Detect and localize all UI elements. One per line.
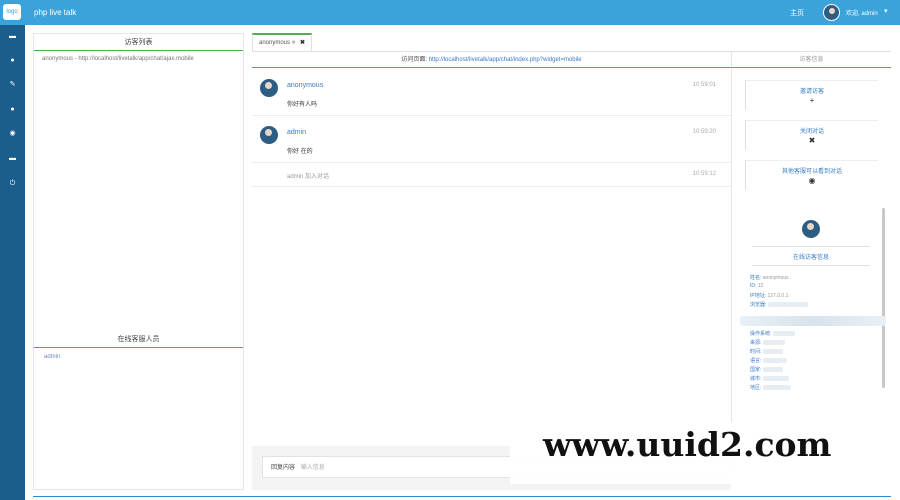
visitor-field: 浏览器: bbox=[750, 301, 874, 308]
user-menu-label[interactable]: 欢迎, admin bbox=[846, 8, 878, 17]
tab-badge-icon: ■ bbox=[291, 40, 296, 46]
redacted-band bbox=[740, 316, 886, 326]
redacted-value bbox=[762, 349, 783, 355]
avatar bbox=[260, 79, 278, 97]
visitor-info-panel: 邀请访客 + 关闭对话 ✖ 其他客服可以看到对话 ◉ 在线访客信息 姓名: an… bbox=[731, 68, 891, 423]
sidebar-power-icon[interactable]: ⏻ bbox=[0, 174, 25, 194]
visitor-field: 城市: bbox=[750, 375, 874, 382]
avatar bbox=[802, 220, 820, 238]
message-time: 10:59:20 bbox=[692, 129, 716, 135]
sidebar-wrench-icon[interactable]: ✎ bbox=[0, 75, 25, 95]
chevron-down-icon[interactable]: ▾ bbox=[884, 7, 888, 15]
field-value: anonymous bbox=[762, 275, 789, 281]
sidebar-eye-icon[interactable]: ◉ bbox=[0, 124, 25, 144]
sidebar-chat-icon[interactable]: ▬ bbox=[0, 27, 25, 47]
close-chat-button[interactable]: 关闭对话 ✖ bbox=[745, 120, 878, 150]
field-label: 国家: bbox=[750, 367, 762, 373]
redacted-value bbox=[762, 376, 789, 382]
chat-message: admin 10:59:20 你好 在的 bbox=[252, 117, 731, 163]
visitor-field: IP地址: 127.0.0.1 bbox=[750, 292, 874, 299]
close-icon: ✖ bbox=[808, 136, 816, 145]
field-label: 地区: bbox=[750, 385, 762, 391]
visitor-list-item[interactable]: anonymous - http://localhost/livetalk/ap… bbox=[34, 51, 243, 67]
visited-page-label: 访问页面: bbox=[401, 57, 428, 63]
eye-icon: ◉ bbox=[808, 176, 816, 185]
tab-anonymous[interactable]: anonymous ■ ✖ bbox=[252, 33, 313, 51]
message-text: 你好 在的 bbox=[287, 149, 313, 155]
visitor-info-title: 访客信息 bbox=[731, 52, 891, 68]
redacted-value bbox=[762, 340, 785, 346]
action-label: 关闭对话 bbox=[799, 129, 824, 135]
redacted-value bbox=[762, 358, 787, 364]
app-logo[interactable]: logo bbox=[3, 4, 21, 20]
field-label: 姓名: bbox=[750, 275, 762, 281]
reply-label: 回复内容 bbox=[271, 465, 296, 471]
visitor-field: 操作系统: bbox=[750, 330, 874, 337]
action-label: 邀请访客 bbox=[799, 89, 824, 95]
chat-message: anonymous 10:59:01 你好有人吗 bbox=[252, 70, 731, 116]
system-message: admin 加入对话 10:59:12 bbox=[252, 163, 731, 187]
watermark-text: www.uuid2.com bbox=[543, 425, 832, 464]
message-author[interactable]: admin bbox=[287, 129, 306, 136]
plus-icon: + bbox=[809, 96, 815, 105]
field-label: 时间: bbox=[750, 349, 762, 355]
visitor-field: 国家: bbox=[750, 366, 874, 373]
field-value: 12 bbox=[757, 283, 764, 289]
sidebar-info-icon[interactable]: ● bbox=[0, 100, 25, 120]
field-label: 操作系统: bbox=[750, 331, 772, 337]
field-label: 城市: bbox=[750, 376, 762, 382]
field-label: 语言: bbox=[750, 358, 762, 364]
user-avatar[interactable] bbox=[823, 4, 840, 21]
visitor-field: ID: 12 bbox=[750, 283, 874, 289]
field-value: 127.0.0.1 bbox=[767, 293, 789, 299]
field-label: 浏览器: bbox=[750, 302, 767, 308]
field-label: ID: bbox=[750, 283, 757, 289]
field-label: 来源: bbox=[750, 340, 762, 346]
divider bbox=[752, 265, 870, 266]
divider bbox=[752, 246, 870, 247]
redacted-value bbox=[772, 331, 795, 337]
message-text: 你好有人吗 bbox=[287, 102, 318, 108]
bottom-border bbox=[33, 496, 891, 497]
home-link[interactable]: 主页 bbox=[790, 8, 804, 18]
tab-close-icon[interactable]: ✖ bbox=[300, 40, 305, 46]
system-message-time: 10:59:12 bbox=[692, 171, 716, 177]
action-label: 其他客服可以看到对话 bbox=[781, 169, 842, 175]
message-author[interactable]: anonymous bbox=[287, 82, 323, 89]
visitor-field: 时间: bbox=[750, 348, 874, 355]
app-title[interactable]: php live talk bbox=[34, 8, 76, 17]
redacted-value bbox=[762, 385, 791, 391]
top-bar: logo php live talk 主页 欢迎, admin ▾ bbox=[0, 0, 900, 25]
redacted-value bbox=[767, 302, 808, 308]
invite-visitor-button[interactable]: 邀请访客 + bbox=[745, 80, 878, 110]
visited-page-bar: 访问页面: http://localhost/livetalk/app/chat… bbox=[252, 52, 731, 68]
visitor-list-title: 访客列表 bbox=[34, 34, 243, 51]
sidebar-window-icon[interactable]: ▬ bbox=[0, 149, 25, 169]
panel-scrollbar[interactable] bbox=[882, 208, 885, 388]
online-staff-title: 在线客服人员 bbox=[34, 331, 243, 348]
left-column: 访客列表 anonymous - http://localhost/liveta… bbox=[33, 33, 244, 490]
message-time: 10:59:01 bbox=[692, 82, 716, 88]
reply-placeholder: 输入信息 bbox=[300, 465, 325, 471]
field-label: IP地址: bbox=[750, 293, 767, 299]
visitor-field: 语言: bbox=[750, 357, 874, 364]
share-chat-button[interactable]: 其他客服可以看到对话 ◉ bbox=[745, 160, 878, 190]
sidebar-location-icon[interactable]: ● bbox=[0, 51, 25, 71]
online-staff-item[interactable]: admin bbox=[44, 354, 60, 360]
visited-page-link[interactable]: http://localhost/livetalk/app/chat/index… bbox=[429, 57, 582, 63]
visitor-status-title: 在线访客信息 bbox=[792, 255, 829, 261]
redacted-value bbox=[762, 367, 783, 373]
system-message-text: admin 加入对话 bbox=[287, 174, 330, 180]
avatar bbox=[260, 126, 278, 144]
sidebar: ▬ ● ✎ ● ◉ ▬ ⏻ bbox=[0, 25, 25, 500]
visitor-field: 姓名: anonymous bbox=[750, 274, 874, 281]
visitor-field: 来源: bbox=[750, 339, 874, 346]
visitor-field: 地区: bbox=[750, 384, 874, 391]
tab-label: anonymous bbox=[259, 40, 291, 46]
